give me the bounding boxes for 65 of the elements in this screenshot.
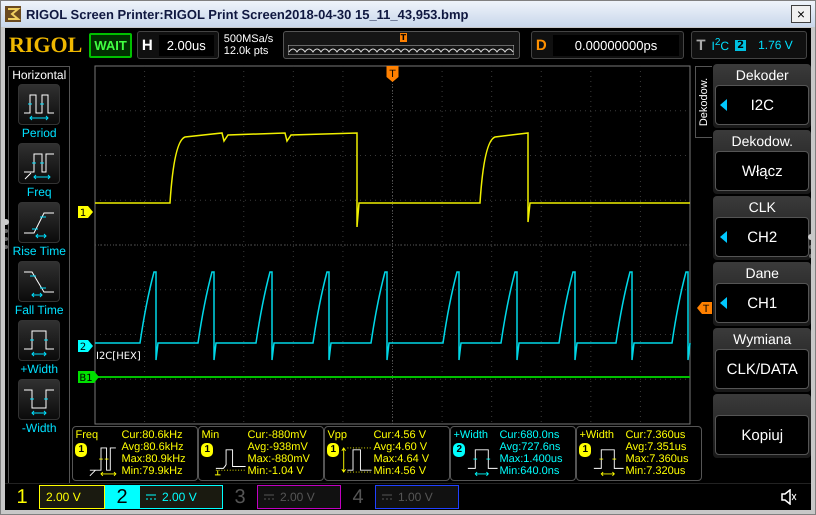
measurement-reading: Max:1.400us	[499, 453, 562, 465]
sample-rate: 500MSa/s	[224, 33, 274, 45]
channel-badge: 1	[579, 443, 592, 457]
trigger-position-marker: T	[400, 33, 408, 42]
measurement-reading: Cur:80.6kHz	[121, 429, 184, 441]
speaker-muted-icon[interactable]	[781, 489, 797, 505]
softkey-button[interactable]: Kopiuj	[713, 394, 811, 458]
close-button[interactable]: ×	[791, 5, 811, 23]
measurement-reading: Min:79.9kHz	[121, 465, 184, 477]
trigger-channel: 2	[735, 40, 746, 50]
measurement-name: +Width	[453, 429, 490, 441]
trigger-position-marker[interactable]: T	[386, 66, 399, 82]
delay-label: D	[536, 36, 547, 54]
measurement-reading: Cur:7.360us	[625, 429, 686, 441]
delay-value: 0.00000000ps	[552, 34, 680, 56]
channel-marker[interactable]: 1	[78, 206, 94, 219]
delay-box[interactable]: D 0.00000000ps	[530, 31, 684, 59]
measurement-reading: Cur:4.56 V	[373, 429, 428, 441]
decode-label: I2C[HEX]	[96, 351, 142, 362]
trigger-source: I$^{2}$C	[712, 37, 730, 53]
measurement-name: Min	[201, 429, 220, 441]
trigger-level: 1.76 V	[758, 38, 793, 52]
timebase-label: H	[142, 36, 153, 54]
channel-badge: 2	[453, 443, 466, 457]
measurement-reading: Avg:7.351us	[625, 441, 688, 453]
channel-marker[interactable]: 2	[78, 340, 94, 353]
measurement-reading: Cur:680.0ns	[499, 429, 560, 441]
window-title: RIGOL Screen Printer:RIGOL Print Screen2018-04-30 15_11_43,953.bmp	[26, 6, 470, 22]
measurement-name: Vpp	[327, 429, 348, 441]
measurement-reading: Cur:-880mV	[247, 429, 308, 441]
trigger-box[interactable]: T I$^{2}$C 2 1.76 V	[691, 31, 807, 59]
brand-logo: RIGOL	[9, 32, 84, 58]
softkey-button[interactable]: CLK CH2	[713, 196, 811, 260]
measurement-reading: Min:640.0ns	[499, 465, 560, 477]
measurement-reading: Max:80.9kHz	[121, 453, 186, 465]
measurement-reading: Min:7.320us	[625, 465, 686, 477]
sine-wave-icon	[288, 45, 514, 55]
measurement-reading: Avg:80.6kHz	[121, 441, 185, 453]
measurement-reading: Max:-880mV	[247, 453, 310, 465]
softkey-button[interactable]: Dane CH1	[713, 262, 811, 326]
menu-title: Horizontal	[12, 68, 66, 82]
measurement-name: Freq	[75, 429, 100, 441]
app-icon	[5, 6, 21, 22]
measurement-reading: Min:-1.04 V	[247, 465, 305, 477]
timebase-value: 2.00us	[158, 34, 214, 56]
softkey-button[interactable]: Wymiana CLK/DATA	[713, 328, 811, 392]
measurement-name: +Width	[579, 429, 616, 441]
measurement-reading: Max:7.360us	[625, 453, 688, 465]
softkey-button[interactable]: Dekodow. Włącz	[713, 130, 811, 194]
menu-tab[interactable]: Dekodow.	[695, 66, 712, 138]
measurement-reading: Avg:-938mV	[247, 441, 309, 453]
channel-badge: 1	[327, 443, 340, 457]
channel-badge: 1	[201, 443, 214, 457]
trigger-label: T	[696, 36, 706, 54]
run-status: WAIT	[89, 32, 132, 58]
channel-badge: 1	[75, 443, 88, 457]
timebase-box[interactable]: H 2.00us	[136, 31, 219, 59]
softkey-button[interactable]: Dekoder I2C	[713, 64, 811, 128]
measurement-reading: Min:4.56 V	[373, 465, 428, 477]
measurement-reading: Max:4.64 V	[373, 453, 430, 465]
channel-marker[interactable]: B1	[78, 371, 100, 384]
measurement-reading: Avg:727.6ns	[499, 441, 562, 453]
memory-depth: 12.0k pts	[224, 45, 270, 57]
measurement-reading: Avg:4.60 V	[373, 441, 428, 453]
trigger-level-marker[interactable]: T	[697, 302, 712, 315]
